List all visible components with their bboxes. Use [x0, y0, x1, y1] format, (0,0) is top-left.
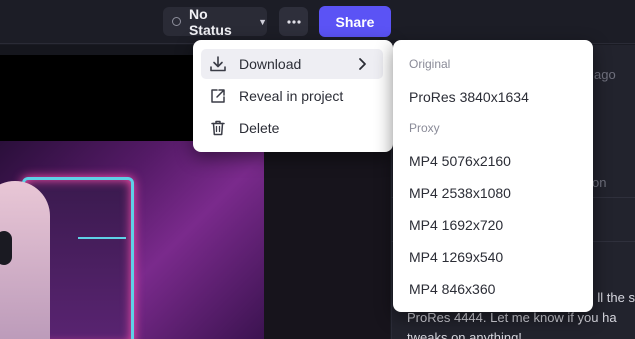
comment-line: tweaks on anything!	[407, 330, 522, 339]
menu-item-download[interactable]: Download	[201, 49, 383, 79]
menu-item-label: Delete	[239, 120, 280, 136]
menu-item-delete[interactable]: Delete	[201, 113, 383, 143]
external-link-icon	[209, 87, 227, 105]
top-bar: No Status ▼ Share	[0, 0, 635, 44]
menu-item-reveal-in-project[interactable]: Reveal in project	[201, 81, 383, 111]
headset-graphic	[0, 231, 12, 265]
submenu-heading-original: Original	[409, 57, 451, 71]
context-menu: Download Reveal in project Delete	[193, 40, 393, 152]
more-horizontal-icon	[286, 19, 301, 24]
menu-item-label: Reveal in project	[239, 88, 344, 104]
status-label: No Status	[188, 5, 232, 38]
status-circle-icon	[172, 17, 181, 26]
neon-shelf-graphic	[78, 237, 126, 239]
status-dropdown[interactable]: No Status ▼	[163, 5, 267, 38]
chevron-down-icon: ▼	[258, 16, 267, 27]
submenu-heading-proxy: Proxy	[409, 121, 440, 135]
download-icon	[209, 55, 227, 73]
comment-timestamp: ago	[594, 67, 616, 82]
video-frame	[0, 141, 264, 339]
download-option[interactable]: MP4 846x360	[409, 281, 495, 297]
download-option[interactable]: MP4 5076x2160	[409, 153, 511, 169]
download-option[interactable]: MP4 1692x720	[409, 217, 503, 233]
menu-item-label: Download	[239, 56, 302, 72]
download-option[interactable]: MP4 1269x540	[409, 249, 503, 265]
more-options-button[interactable]	[279, 7, 308, 36]
video-dark-region	[264, 141, 390, 339]
download-submenu: Original ProRes 3840x1634 Proxy MP4 5076…	[393, 40, 593, 312]
comment-timestamp: on	[592, 175, 607, 190]
chevron-right-icon	[359, 58, 366, 70]
download-option[interactable]: MP4 2538x1080	[409, 185, 511, 201]
download-option[interactable]: ProRes 3840x1634	[409, 89, 529, 105]
share-button[interactable]: Share	[319, 6, 391, 37]
trash-icon	[209, 119, 227, 137]
